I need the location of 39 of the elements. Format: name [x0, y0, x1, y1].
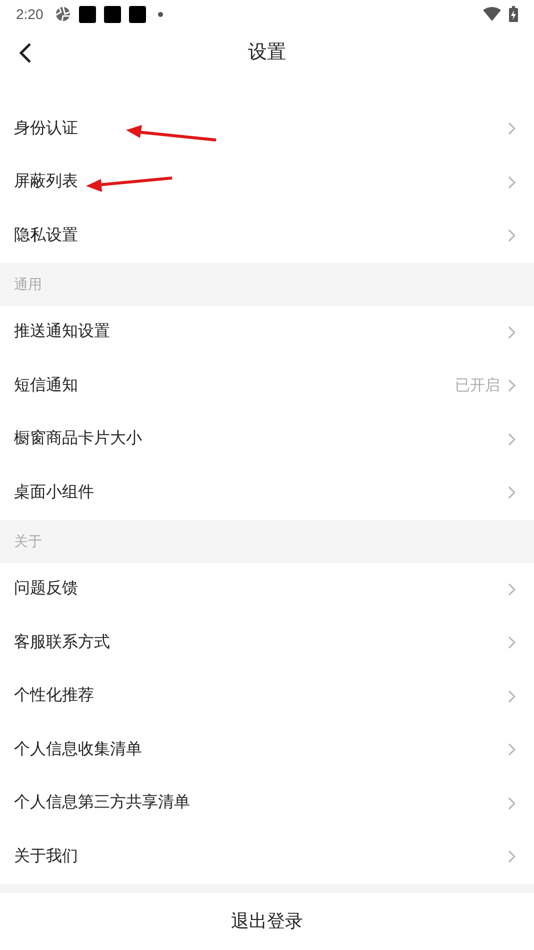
status-time: 2:20	[16, 4, 44, 24]
item-label: 桌面小组件	[14, 482, 94, 503]
chevron-right-icon	[508, 690, 516, 703]
notification-icon	[79, 6, 96, 22]
item-label: 隐私设置	[14, 226, 78, 246]
chevron-right-icon	[508, 743, 516, 756]
chevron-right-icon	[508, 229, 516, 242]
chevron-right-icon	[508, 122, 516, 136]
chevron-right-icon	[508, 176, 516, 189]
item-label: 短信通知	[14, 376, 78, 396]
item-label: 推送通知设置	[14, 322, 110, 342]
chevron-right-icon	[508, 850, 516, 864]
battery-icon	[509, 6, 518, 22]
aperture-icon	[55, 6, 72, 22]
page-title: 设置	[248, 40, 286, 65]
wifi-icon	[483, 7, 501, 21]
item-value: 已开启	[455, 376, 500, 396]
item-label: 个人信息收集清单	[14, 740, 142, 760]
notification-icon	[104, 6, 122, 22]
chevron-right-icon	[508, 486, 516, 500]
item-label: 个人信息第三方共享清单	[14, 792, 190, 814]
chevron-right-icon	[508, 379, 516, 392]
item-label: 问题反馈	[14, 578, 78, 600]
logout-button[interactable]: 退出登录	[0, 892, 534, 950]
chevron-right-icon	[508, 796, 516, 810]
section-header: 关于	[14, 532, 42, 550]
chevron-right-icon	[508, 582, 516, 596]
chevron-right-icon	[508, 326, 516, 339]
item-label: 橱窗商品卡片大小	[14, 428, 142, 450]
back-icon[interactable]	[18, 42, 32, 64]
chevron-right-icon	[508, 636, 516, 650]
notification-icon	[129, 6, 146, 22]
item-label: 身份认证	[14, 118, 78, 139]
item-label: 个性化推荐	[14, 686, 94, 706]
item-label: 屏蔽列表	[14, 172, 78, 192]
item-label: 关于我们	[14, 846, 78, 867]
item-label: 客服联系方式	[14, 632, 110, 653]
section-header: 通用	[14, 274, 42, 294]
chevron-right-icon	[508, 432, 516, 446]
